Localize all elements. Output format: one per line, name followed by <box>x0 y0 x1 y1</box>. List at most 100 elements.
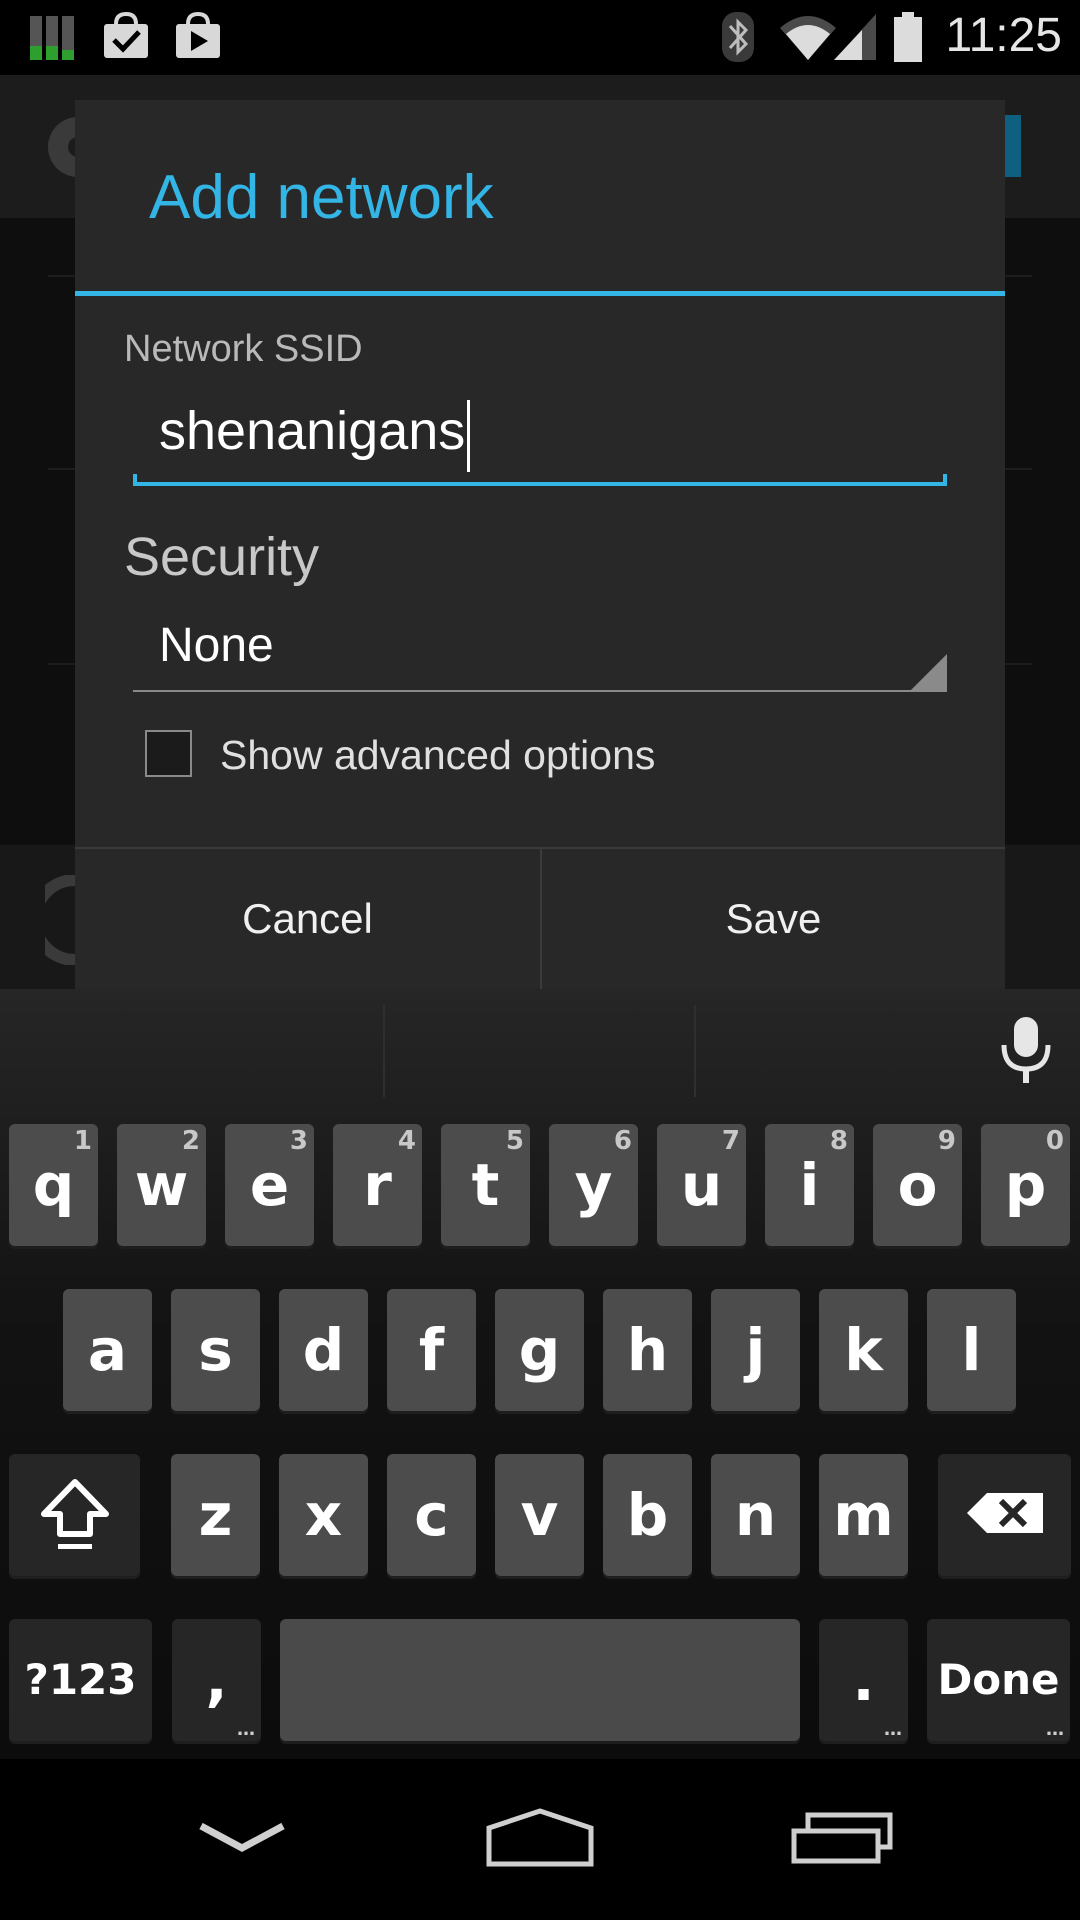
back-icon <box>197 1820 287 1860</box>
key-label: r <box>363 1151 392 1219</box>
mic-icon[interactable] <box>998 1015 1054 1089</box>
key-e[interactable]: e3 <box>225 1124 314 1246</box>
space-key[interactable] <box>280 1619 800 1741</box>
home-button[interactable] <box>440 1759 640 1920</box>
key-a[interactable]: a <box>63 1289 152 1411</box>
key-hint: 0 <box>1045 1126 1064 1156</box>
key-f[interactable]: f <box>387 1289 476 1411</box>
background-accent-block <box>1005 115 1021 177</box>
key-label: u <box>680 1151 723 1219</box>
key-label: j <box>745 1316 766 1384</box>
key-hint: 3 <box>289 1126 308 1156</box>
background-icon <box>29 874 76 969</box>
key-label: b <box>626 1481 669 1549</box>
key-v[interactable]: v <box>495 1454 584 1576</box>
cell-signal-icon <box>832 10 878 68</box>
key-x[interactable]: x <box>279 1454 368 1576</box>
key-o[interactable]: o9 <box>873 1124 962 1246</box>
play-store-icon <box>172 10 224 66</box>
ssid-input-underline <box>133 482 947 486</box>
recent-apps-icon <box>790 1811 894 1869</box>
key-r[interactable]: r4 <box>333 1124 422 1246</box>
backspace-icon <box>965 1491 1045 1539</box>
key-s[interactable]: s <box>171 1289 260 1411</box>
back-button[interactable] <box>142 1759 342 1920</box>
key-label: z <box>198 1481 233 1549</box>
key-label: d <box>302 1316 345 1384</box>
key-label: p <box>1004 1151 1047 1219</box>
key-hint: 8 <box>829 1126 848 1156</box>
dialog-button-bar: Cancel Save <box>75 847 1005 989</box>
key-label: y <box>574 1151 613 1219</box>
key-label: s <box>198 1316 233 1384</box>
key-k[interactable]: k <box>819 1289 908 1411</box>
key-label: m <box>833 1481 894 1549</box>
text-cursor <box>467 400 470 472</box>
shift-icon <box>38 1476 112 1554</box>
key-i[interactable]: i8 <box>765 1124 854 1246</box>
soft-keyboard: q1w2e3r4t5y6u7i8o9p0 asdfghjkl zxcvbnm ?… <box>0 989 1080 1759</box>
suggestion-strip <box>0 989 1080 1109</box>
key-label: a <box>87 1316 128 1384</box>
home-icon <box>485 1807 595 1872</box>
key-h[interactable]: h <box>603 1289 692 1411</box>
bag-check-icon <box>100 10 152 66</box>
key-label: n <box>734 1481 777 1549</box>
key-y[interactable]: y6 <box>549 1124 638 1246</box>
ssid-input[interactable]: shenanigans <box>133 390 947 486</box>
key-t[interactable]: t5 <box>441 1124 530 1246</box>
key-n[interactable]: n <box>711 1454 800 1576</box>
security-dropdown-value: None <box>159 619 274 672</box>
key-q[interactable]: q1 <box>9 1124 98 1246</box>
key-label: f <box>418 1316 445 1384</box>
navigation-bar <box>0 1759 1080 1920</box>
ssid-input-value: shenanigans <box>159 401 466 461</box>
key-label: e <box>249 1151 290 1219</box>
status-bar: 11:25 <box>0 0 1080 75</box>
key-label: c <box>414 1481 449 1549</box>
key-l[interactable]: l <box>927 1289 1016 1411</box>
key-label: o <box>897 1151 938 1219</box>
backspace-key[interactable] <box>938 1454 1071 1576</box>
key-label: w <box>134 1151 189 1219</box>
cancel-button[interactable]: Cancel <box>75 849 540 989</box>
done-key[interactable]: Done … <box>927 1619 1070 1741</box>
key-g[interactable]: g <box>495 1289 584 1411</box>
key-w[interactable]: w2 <box>117 1124 206 1246</box>
title-divider <box>75 291 1005 296</box>
period-key[interactable]: . … <box>819 1619 908 1741</box>
status-clock: 11:25 <box>945 9 1062 62</box>
wifi-icon <box>778 10 838 68</box>
key-j[interactable]: j <box>711 1289 800 1411</box>
recent-apps-button[interactable] <box>742 1759 942 1920</box>
key-p[interactable]: p0 <box>981 1124 1070 1246</box>
key-c[interactable]: c <box>387 1454 476 1576</box>
key-d[interactable]: d <box>279 1289 368 1411</box>
symbols-key[interactable]: ?123 <box>9 1619 152 1741</box>
save-button[interactable]: Save <box>540 849 1005 989</box>
key-label: l <box>961 1316 982 1384</box>
key-label: k <box>844 1316 883 1384</box>
show-advanced-options-row[interactable]: Show advanced options <box>145 730 845 790</box>
key-u[interactable]: u7 <box>657 1124 746 1246</box>
show-advanced-options-label: Show advanced options <box>220 732 656 778</box>
key-hint: 7 <box>721 1126 740 1156</box>
key-hint: 6 <box>613 1126 632 1156</box>
key-label: g <box>518 1316 561 1384</box>
key-m[interactable]: m <box>819 1454 908 1576</box>
add-network-dialog: Add network Network SSID shenanigans Sec… <box>75 100 1005 989</box>
security-dropdown[interactable]: None <box>133 610 947 692</box>
key-hint: 5 <box>505 1126 524 1156</box>
security-label: Security <box>124 527 320 587</box>
key-label: t <box>471 1151 500 1219</box>
show-advanced-options-checkbox[interactable] <box>145 730 192 777</box>
key-hint: 2 <box>181 1126 200 1156</box>
key-b[interactable]: b <box>603 1454 692 1576</box>
comma-key[interactable]: , … <box>172 1619 261 1741</box>
key-hint: 1 <box>73 1126 92 1156</box>
ssid-label: Network SSID <box>124 328 363 370</box>
shift-key[interactable] <box>9 1454 140 1576</box>
cell-data-icon <box>28 10 78 66</box>
key-label: h <box>626 1316 669 1384</box>
key-z[interactable]: z <box>171 1454 260 1576</box>
